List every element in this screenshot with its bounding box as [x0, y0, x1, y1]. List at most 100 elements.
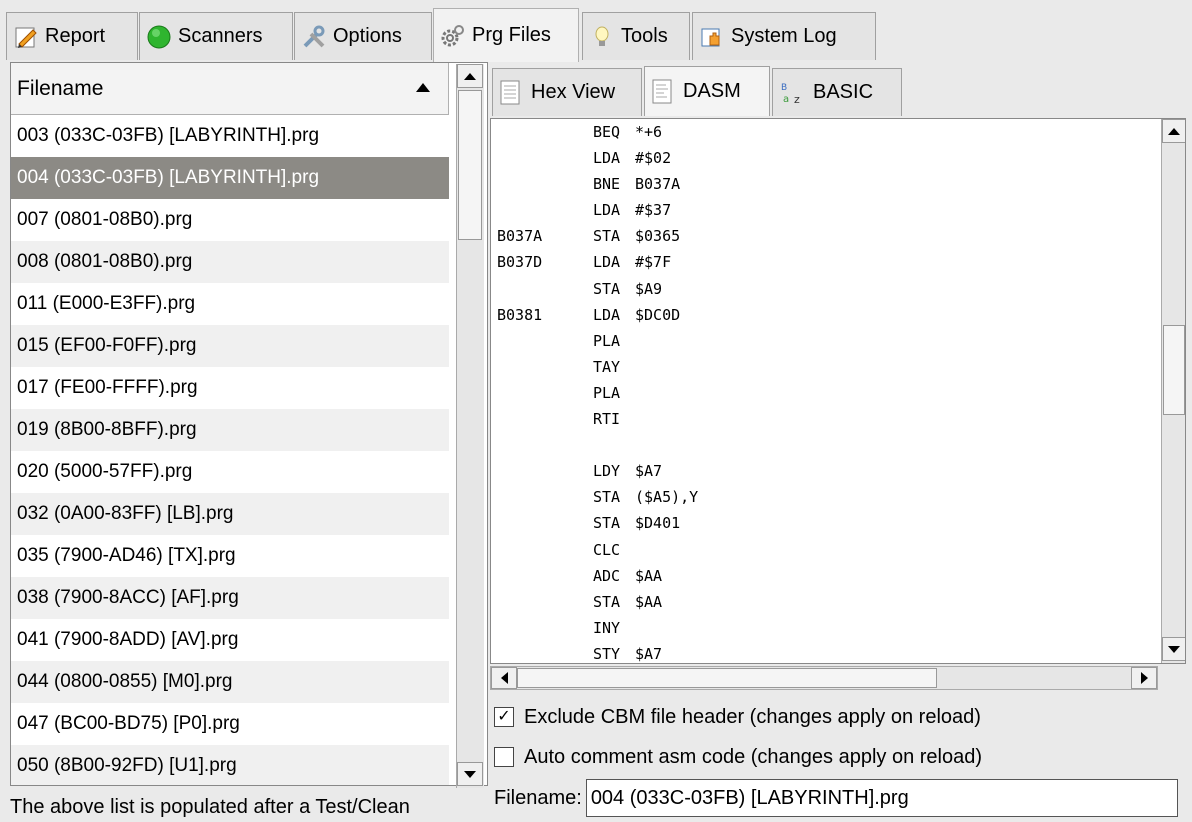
list-item[interactable]: 015 (EF00-F0FF).prg	[11, 325, 449, 367]
list-item[interactable]: 020 (5000-57FF).prg	[11, 451, 449, 493]
gears-icon	[441, 24, 464, 46]
code-address-label	[497, 276, 593, 302]
code-line: PLA	[497, 328, 1147, 354]
tab-options[interactable]: Options	[294, 12, 432, 60]
list-item[interactable]: 011 (E000-E3FF).prg	[11, 283, 449, 325]
code-address-label	[497, 615, 593, 641]
file-list-scrollbar[interactable]	[456, 64, 484, 788]
code-address-label	[497, 458, 593, 484]
scroll-down-button[interactable]	[457, 762, 483, 786]
disassembly-view[interactable]: BEQ *+6 LDA #$02 BNE B037A LDA #$37 B037A STA $036…	[490, 118, 1186, 664]
tab-dasm[interactable]: DASM	[644, 66, 770, 116]
tab-label: Prg Files	[472, 24, 551, 46]
list-item[interactable]: 032 (0A00-83FF) [LB].prg	[11, 493, 449, 535]
code-address-label	[497, 641, 593, 663]
tab-label: Hex View	[531, 81, 616, 103]
tab-label: Options	[333, 25, 402, 47]
document-lines-icon	[652, 79, 672, 103]
auto-comment-label: Auto comment asm code (changes apply on …	[524, 745, 983, 768]
code-line: B0381 LDA $DC0D	[497, 302, 1147, 328]
code-operand: $A9	[635, 279, 663, 298]
arrow-left-icon	[500, 672, 508, 684]
arrow-right-icon	[1140, 672, 1148, 684]
code-mnemonic: PLA	[593, 331, 621, 350]
main-tabbar: Report Scanners Options Prg Files Tools	[0, 0, 1192, 62]
list-item[interactable]: 047 (BC00-BD75) [P0].prg	[11, 703, 449, 745]
scrollbar-thumb[interactable]	[1163, 325, 1185, 415]
tab-hex-view[interactable]: Hex View	[492, 68, 642, 116]
scroll-left-button[interactable]	[491, 667, 517, 689]
code-line: ADC $AA	[497, 563, 1147, 589]
code-mnemonic: CLC	[593, 540, 621, 559]
code-mnemonic: LDA	[593, 305, 621, 324]
code-horizontal-scrollbar[interactable]	[490, 666, 1158, 690]
scrollbar-thumb[interactable]	[517, 668, 937, 688]
code-operand: #$37	[635, 201, 672, 220]
filename-field[interactable]	[585, 779, 1178, 817]
auto-comment-option[interactable]: Auto comment asm code (changes apply on …	[494, 742, 982, 772]
code-line: STA ($A5),Y	[497, 484, 1147, 510]
tab-tools[interactable]: Tools	[582, 12, 690, 60]
filename-row: Filename:	[494, 778, 1178, 818]
code-vertical-scrollbar[interactable]	[1161, 119, 1185, 663]
scroll-up-button[interactable]	[1162, 119, 1185, 143]
code-address-label	[497, 537, 593, 563]
tab-basic[interactable]: B a z BASIC	[772, 68, 902, 116]
scroll-up-button[interactable]	[457, 64, 483, 88]
scroll-down-button[interactable]	[1162, 637, 1185, 661]
auto-comment-checkbox[interactable]	[494, 747, 514, 767]
exclude-header-option[interactable]: ✓ Exclude CBM file header (changes apply…	[494, 702, 981, 732]
tab-scanners[interactable]: Scanners	[139, 12, 293, 60]
tab-report[interactable]: Report	[6, 12, 138, 60]
arrow-down-icon	[464, 770, 476, 778]
list-item[interactable]: 017 (FE00-FFFF).prg	[11, 367, 449, 409]
list-item[interactable]: 007 (0801-08B0).prg	[11, 199, 449, 241]
code-operand: $DC0D	[635, 305, 681, 324]
svg-text:z: z	[794, 93, 800, 106]
code-line: STY $A7	[497, 641, 1147, 663]
code-line: STA $AA	[497, 589, 1147, 615]
code-mnemonic: STA	[593, 488, 621, 507]
code-mnemonic: LDY	[593, 462, 621, 481]
viewer-tabbar: Hex View DASM B a z BASIC	[488, 62, 1192, 116]
tab-label: Scanners	[178, 25, 263, 47]
tab-prg-files[interactable]: Prg Files	[433, 8, 579, 62]
exclude-header-checkbox[interactable]: ✓	[494, 707, 514, 727]
list-item[interactable]: 035 (7900-AD46) [TX].prg	[11, 535, 449, 577]
code-address-label: B0381	[497, 305, 543, 324]
code-address-label	[497, 197, 593, 223]
list-item[interactable]: 044 (0800-0855) [M0].prg	[11, 661, 449, 703]
tab-label: Tools	[621, 25, 668, 47]
tab-system-log[interactable]: System Log	[692, 12, 876, 60]
basic-abc-icon: B a z	[781, 83, 800, 106]
code-mnemonic: LDA	[593, 201, 621, 220]
list-item[interactable]: 050 (8B00-92FD) [U1].prg	[11, 745, 449, 785]
pencil-note-icon	[15, 27, 37, 48]
list-item[interactable]: 019 (8B00-8BFF).prg	[11, 409, 449, 451]
file-list-panel: Filename 003 (033C-03FB) [LABYRINTH].prg…	[10, 62, 488, 822]
list-item[interactable]: 038 (7900-8ACC) [AF].prg	[11, 577, 449, 619]
arrow-up-icon	[464, 72, 476, 80]
scrollbar-thumb[interactable]	[458, 90, 482, 240]
list-item[interactable]: 003 (033C-03FB) [LABYRINTH].prg	[11, 115, 449, 157]
code-operand: $D401	[635, 514, 681, 533]
code-line: BEQ *+6	[497, 119, 1147, 145]
code-line: LDA #$02	[497, 145, 1147, 171]
svg-text:a: a	[783, 94, 789, 105]
list-item[interactable]: 041 (7900-8ADD) [AV].prg	[11, 619, 449, 661]
filename-label: Filename:	[494, 786, 582, 809]
tab-label: Report	[45, 25, 106, 47]
code-operand: B037A	[635, 175, 681, 194]
code-operand: $AA	[635, 566, 663, 585]
viewer-panel: Hex View DASM B a z BASIC BEQ *+6 LDA #$02 B…	[488, 62, 1192, 822]
code-address-label: B037A	[497, 227, 543, 246]
list-item[interactable]: 008 (0801-08B0).prg	[11, 241, 449, 283]
code-line: BNE B037A	[497, 171, 1147, 197]
code-operand: $A7	[635, 462, 663, 481]
code-operand: $AA	[635, 592, 663, 611]
code-address-label	[497, 145, 593, 171]
list-item-selected[interactable]: 004 (033C-03FB) [LABYRINTH].prg	[11, 157, 449, 199]
filename-column-header[interactable]: Filename	[11, 63, 449, 115]
scroll-right-button[interactable]	[1131, 667, 1157, 689]
code-address-label	[497, 589, 593, 615]
